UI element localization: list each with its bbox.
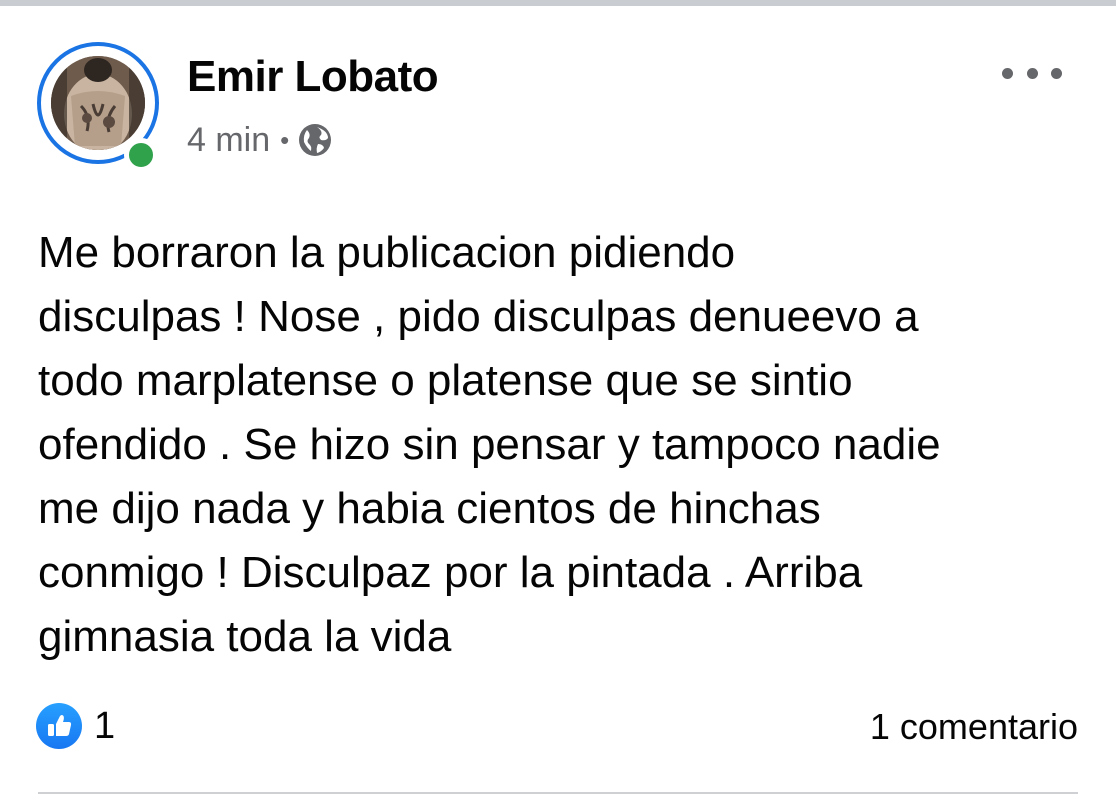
avatar[interactable]: [51, 56, 145, 150]
comments-count[interactable]: 1 comentario: [870, 706, 1078, 748]
avatar-image: [51, 56, 145, 150]
divider: [38, 792, 1078, 794]
online-status-dot: [124, 138, 158, 172]
post-text-line: Me borraron la publicacion pidiendo: [38, 228, 736, 277]
post-text-line: gimnasia toda la vida: [38, 612, 452, 661]
more-options-button[interactable]: [1002, 56, 1062, 90]
post-text-line: todo marplatense o platense que se sinti…: [38, 356, 853, 405]
reaction-count: 1: [94, 704, 116, 747]
globe-icon[interactable]: [297, 122, 333, 158]
post-meta: 4 min •: [187, 118, 333, 162]
author-name[interactable]: Emir Lobato: [187, 52, 439, 102]
post-text-line: conmigo ! Disculpaz por la pintada . Arr…: [38, 548, 863, 597]
like-icon: [36, 703, 82, 749]
post-text-line: ofendido . Se hizo sin pensar y tampoco …: [38, 420, 941, 469]
post-card: Emir Lobato 4 min • Me borraron la publi…: [0, 6, 1116, 800]
reactions-summary[interactable]: 1: [36, 703, 115, 749]
more-dots-icon: [1002, 67, 1013, 79]
post-text-line: disculpas ! Nose , pido disculpas denuee…: [38, 292, 919, 341]
more-dots-icon: [1051, 67, 1062, 79]
post-time[interactable]: 4 min: [187, 121, 270, 160]
meta-separator: •: [280, 124, 290, 155]
more-dots-icon: [1026, 67, 1038, 79]
post-text-line: me dijo nada y habia cientos de hinchas: [38, 484, 821, 533]
post-text: Me borraron la publicacion pidiendo disc…: [38, 221, 1088, 669]
thumbs-up-icon: [48, 715, 72, 736]
